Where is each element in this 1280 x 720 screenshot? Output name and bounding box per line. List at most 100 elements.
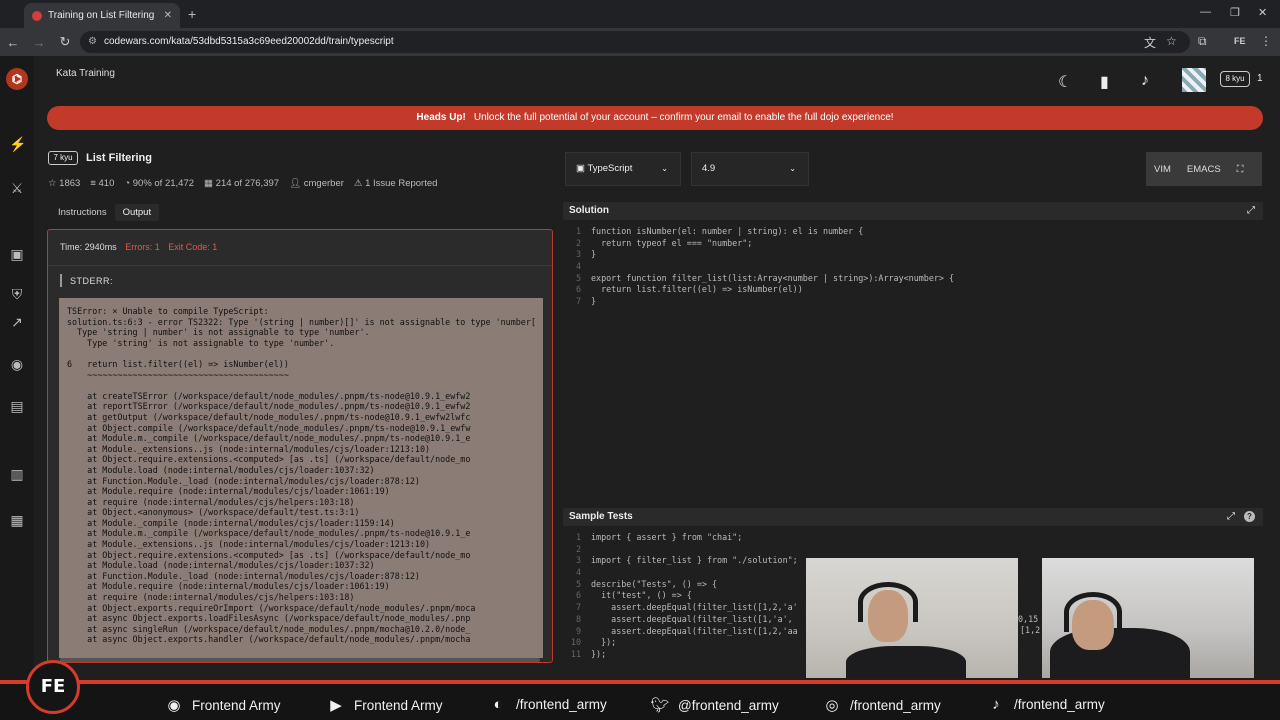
new-tab-icon[interactable]: +: [188, 6, 196, 22]
moon-icon[interactable]: ☾: [1058, 72, 1072, 92]
stderr-line: at Object.require.extensions.<computed> …: [67, 454, 471, 465]
sample-tests-code[interactable]: 1 import { assert } from "chai"; 2 3 import …: [563, 532, 798, 661]
code-line[interactable]: 6 it("test", () => {: [563, 590, 798, 602]
line-number: 1: [575, 532, 581, 542]
code-line[interactable]: 6 return list.filter((el) => isNumber(el…: [563, 284, 954, 296]
footer-item-tiktok: ♪ /frontend_army: [986, 696, 1105, 713]
menu-icon[interactable]: ⋮: [1260, 34, 1272, 48]
code-line[interactable]: 1 function isNumber(el: number | string):…: [563, 226, 954, 238]
instagram-icon: ◎: [825, 697, 839, 714]
briefcase-icon[interactable]: ▣: [9, 246, 25, 263]
code-line[interactable]: 5 export function filter_list(list:Array<…: [563, 273, 954, 285]
stars-count: 1863: [59, 178, 81, 189]
tab-output[interactable]: Output: [114, 204, 160, 221]
emacs-button[interactable]: EMACS: [1179, 164, 1229, 175]
issues[interactable]: 1 Issue Reported: [365, 178, 437, 189]
line-number: 11: [570, 648, 581, 659]
browser-tab[interactable]: Training on List Filtering | Codewars ✕: [24, 3, 180, 28]
youtube-icon: ▶: [330, 697, 342, 714]
version-select[interactable]: 4.9 ⌄: [691, 152, 809, 186]
code-line[interactable]: 2 return typeof el === "number";: [563, 238, 954, 250]
close-window-icon[interactable]: ✕: [1258, 6, 1267, 19]
profile-icon[interactable]: FE: [1234, 36, 1246, 46]
footer-item-twitter: 🐦︎ @frontend_army: [650, 696, 778, 714]
footer-item-youtube: ▶ Frontend Army: [326, 696, 442, 714]
stderr-line: Type 'string' is not assignable to type …: [67, 337, 335, 348]
stderr-line: at require (node:internal/modules/cjs/he…: [67, 592, 355, 603]
code-text: }: [591, 249, 597, 260]
code-line[interactable]: 1 import { assert } from "chai";: [563, 532, 798, 544]
chat-icon[interactable]: ▤: [9, 398, 25, 415]
translate-icon[interactable]: 文: [1144, 34, 1156, 51]
code-line[interactable]: 9 assert.deepEqual(filter_list([1,2,'aa: [563, 626, 798, 638]
code-text: describe("Tests", () => {: [591, 578, 718, 589]
heads-up-banner[interactable]: Heads Up! Unlock the full potential of yo…: [47, 106, 1263, 130]
language-icon: ▣: [576, 163, 585, 174]
practice-icon[interactable]: ⚡: [9, 136, 26, 153]
solution-title: Solution: [569, 205, 609, 216]
language-select[interactable]: ▣ TypeScript ⌄: [565, 152, 681, 186]
book-icon[interactable]: ▥: [9, 466, 25, 483]
satisfaction-icon: ◔: [124, 178, 131, 189]
address-bar-row: ← → ↻ ⚙ codewars.com/kata/53dbd5315a3c69…: [0, 28, 1280, 56]
avatar[interactable]: [1182, 68, 1206, 92]
code-line[interactable]: 3}: [563, 249, 954, 261]
bookmark-icon[interactable]: ▮: [1100, 72, 1109, 92]
line-number: 1: [575, 226, 581, 236]
solution-code[interactable]: 1 function isNumber(el: number | string):…: [563, 226, 954, 308]
tab-instructions[interactable]: Instructions: [50, 204, 115, 221]
code-line[interactable]: 3 import { filter_list } from "./solution…: [563, 555, 798, 567]
expand-icon[interactable]: ⤢: [1227, 508, 1235, 526]
docs-icon[interactable]: ▦: [9, 512, 25, 529]
site-info-icon[interactable]: ⚙: [88, 31, 97, 53]
dojo-icon[interactable]: ⚔: [9, 180, 25, 197]
code-line[interactable]: 4: [563, 261, 954, 273]
solution-editor[interactable]: 1 function isNumber(el: number | string):…: [563, 222, 1263, 502]
star-icon[interactable]: ☆: [48, 178, 57, 189]
bell-icon[interactable]: ♪: [1141, 72, 1149, 90]
line-number: 7: [575, 602, 581, 613]
code-line[interactable]: 10 });: [563, 637, 798, 649]
code-line[interactable]: 5 describe("Tests", () => {: [563, 579, 798, 591]
footer-item-spotify: ◉ Frontend Army: [164, 696, 280, 714]
help-icon[interactable]: ?: [1244, 511, 1255, 522]
code-line[interactable]: 2: [563, 544, 798, 556]
code-line[interactable]: 11});: [563, 649, 798, 661]
shield-icon[interactable]: ⛨: [9, 286, 25, 303]
fullscreen-icon[interactable]: ⛶: [1229, 164, 1252, 175]
code-line[interactable]: 4: [563, 567, 798, 579]
url-field[interactable]: ⚙ codewars.com/kata/53dbd5315a3c69eed200…: [80, 31, 1190, 53]
horizontal-scrollbar[interactable]: [60, 658, 540, 662]
expand-icon[interactable]: ⤢: [1247, 202, 1255, 220]
reload-icon[interactable]: ↻: [52, 34, 78, 50]
tiktok-icon: ♪: [992, 696, 1000, 713]
kata-name: List Filtering: [86, 152, 152, 164]
code-line[interactable]: 8 assert.deepEqual(filter_list([1,'a',: [563, 614, 798, 626]
back-icon[interactable]: ←: [0, 35, 26, 50]
vim-button[interactable]: VIM: [1146, 164, 1179, 175]
test-line-overflow-1: 0,15: [1018, 614, 1039, 624]
codewars-logo-icon[interactable]: ⌬: [6, 68, 28, 90]
forward-icon[interactable]: →: [26, 35, 52, 50]
discord-icon[interactable]: ◉: [9, 356, 25, 373]
footer-label: /frontend_army: [516, 697, 607, 712]
author[interactable]: cmgerber: [304, 178, 344, 189]
stderr-line: at Module._extensions..js (node:internal…: [67, 539, 431, 550]
stderr-line: at Module._compile (node:internal/module…: [67, 517, 395, 528]
banner-strong: Heads Up!: [416, 112, 466, 123]
code-text: assert.deepEqual(filter_list([1,2,'aa: [591, 625, 798, 636]
trending-icon[interactable]: ↗: [9, 314, 25, 331]
collections-count: 410: [98, 178, 115, 189]
minimize-icon[interactable]: —: [1200, 6, 1211, 18]
completions-icon: ▦: [204, 178, 214, 189]
close-tab-icon[interactable]: ✕: [164, 10, 172, 21]
code-line[interactable]: 7}: [563, 296, 954, 308]
extensions-icon[interactable]: ⧉: [1198, 34, 1207, 49]
bookmark-star-icon[interactable]: ☆: [1166, 34, 1177, 48]
output-panel: Time: 2940ms Errors: 1 Exit Code: 1 STDE…: [47, 229, 553, 663]
twitter-icon: 🐦︎: [650, 697, 670, 714]
code-line[interactable]: 7 assert.deepEqual(filter_list([1,2,'a': [563, 602, 798, 614]
restore-icon[interactable]: ❐: [1230, 6, 1240, 19]
footer-item-instagram: ◎ /frontend_army: [822, 696, 940, 714]
